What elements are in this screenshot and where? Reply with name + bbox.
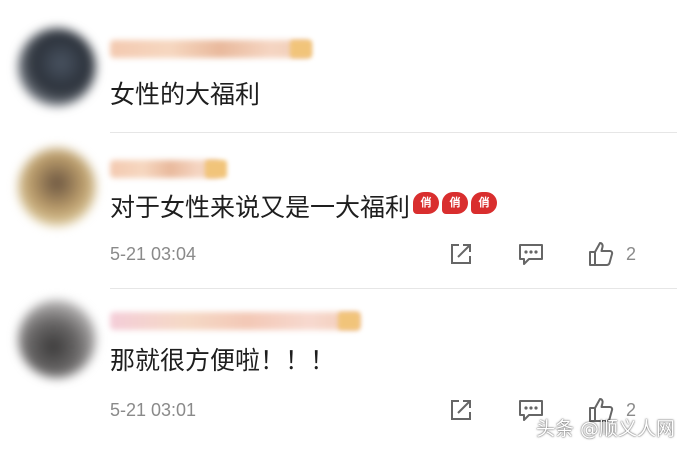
comment-timestamp: 5-21 03:04	[110, 244, 197, 264]
comment-divider	[110, 288, 677, 289]
comment-divider	[110, 132, 677, 133]
like-count: 2	[626, 244, 637, 264]
comment-text: 女性的大福利	[110, 80, 261, 109]
share-icon	[451, 400, 471, 420]
avatar[interactable]	[18, 148, 96, 226]
username-blurred[interactable]	[110, 312, 360, 330]
like-button[interactable]	[586, 239, 616, 269]
watermark-text: 头条 @顺义人网	[536, 418, 676, 440]
user-badge-blurred	[290, 40, 312, 58]
comment-text-row: 对于女性来说又是一大福利 俏 俏 俏	[110, 192, 498, 223]
avatar[interactable]	[18, 28, 96, 106]
comment-timestamp: 5-21 03:01	[110, 400, 197, 420]
thumbs-up-icon	[589, 242, 614, 266]
user-badge-blurred	[205, 160, 227, 178]
sticker-emoji-icon: 俏	[442, 192, 469, 214]
share-button[interactable]	[446, 395, 476, 425]
username-blurred[interactable]	[110, 160, 220, 178]
comment-text: 那就很方便啦！！！	[110, 346, 336, 375]
emoji-group: 俏 俏 俏	[413, 192, 498, 214]
user-badge-blurred	[338, 312, 360, 330]
sticker-emoji-icon: 俏	[471, 192, 498, 214]
username-blurred[interactable]	[110, 40, 310, 58]
reply-button[interactable]	[516, 239, 546, 269]
comment-text: 对于女性来说又是一大福利	[110, 193, 411, 222]
share-icon	[451, 244, 471, 264]
comment-icon	[519, 244, 543, 265]
avatar[interactable]	[18, 300, 96, 378]
sticker-emoji-icon: 俏	[413, 192, 440, 214]
share-button[interactable]	[446, 239, 476, 269]
